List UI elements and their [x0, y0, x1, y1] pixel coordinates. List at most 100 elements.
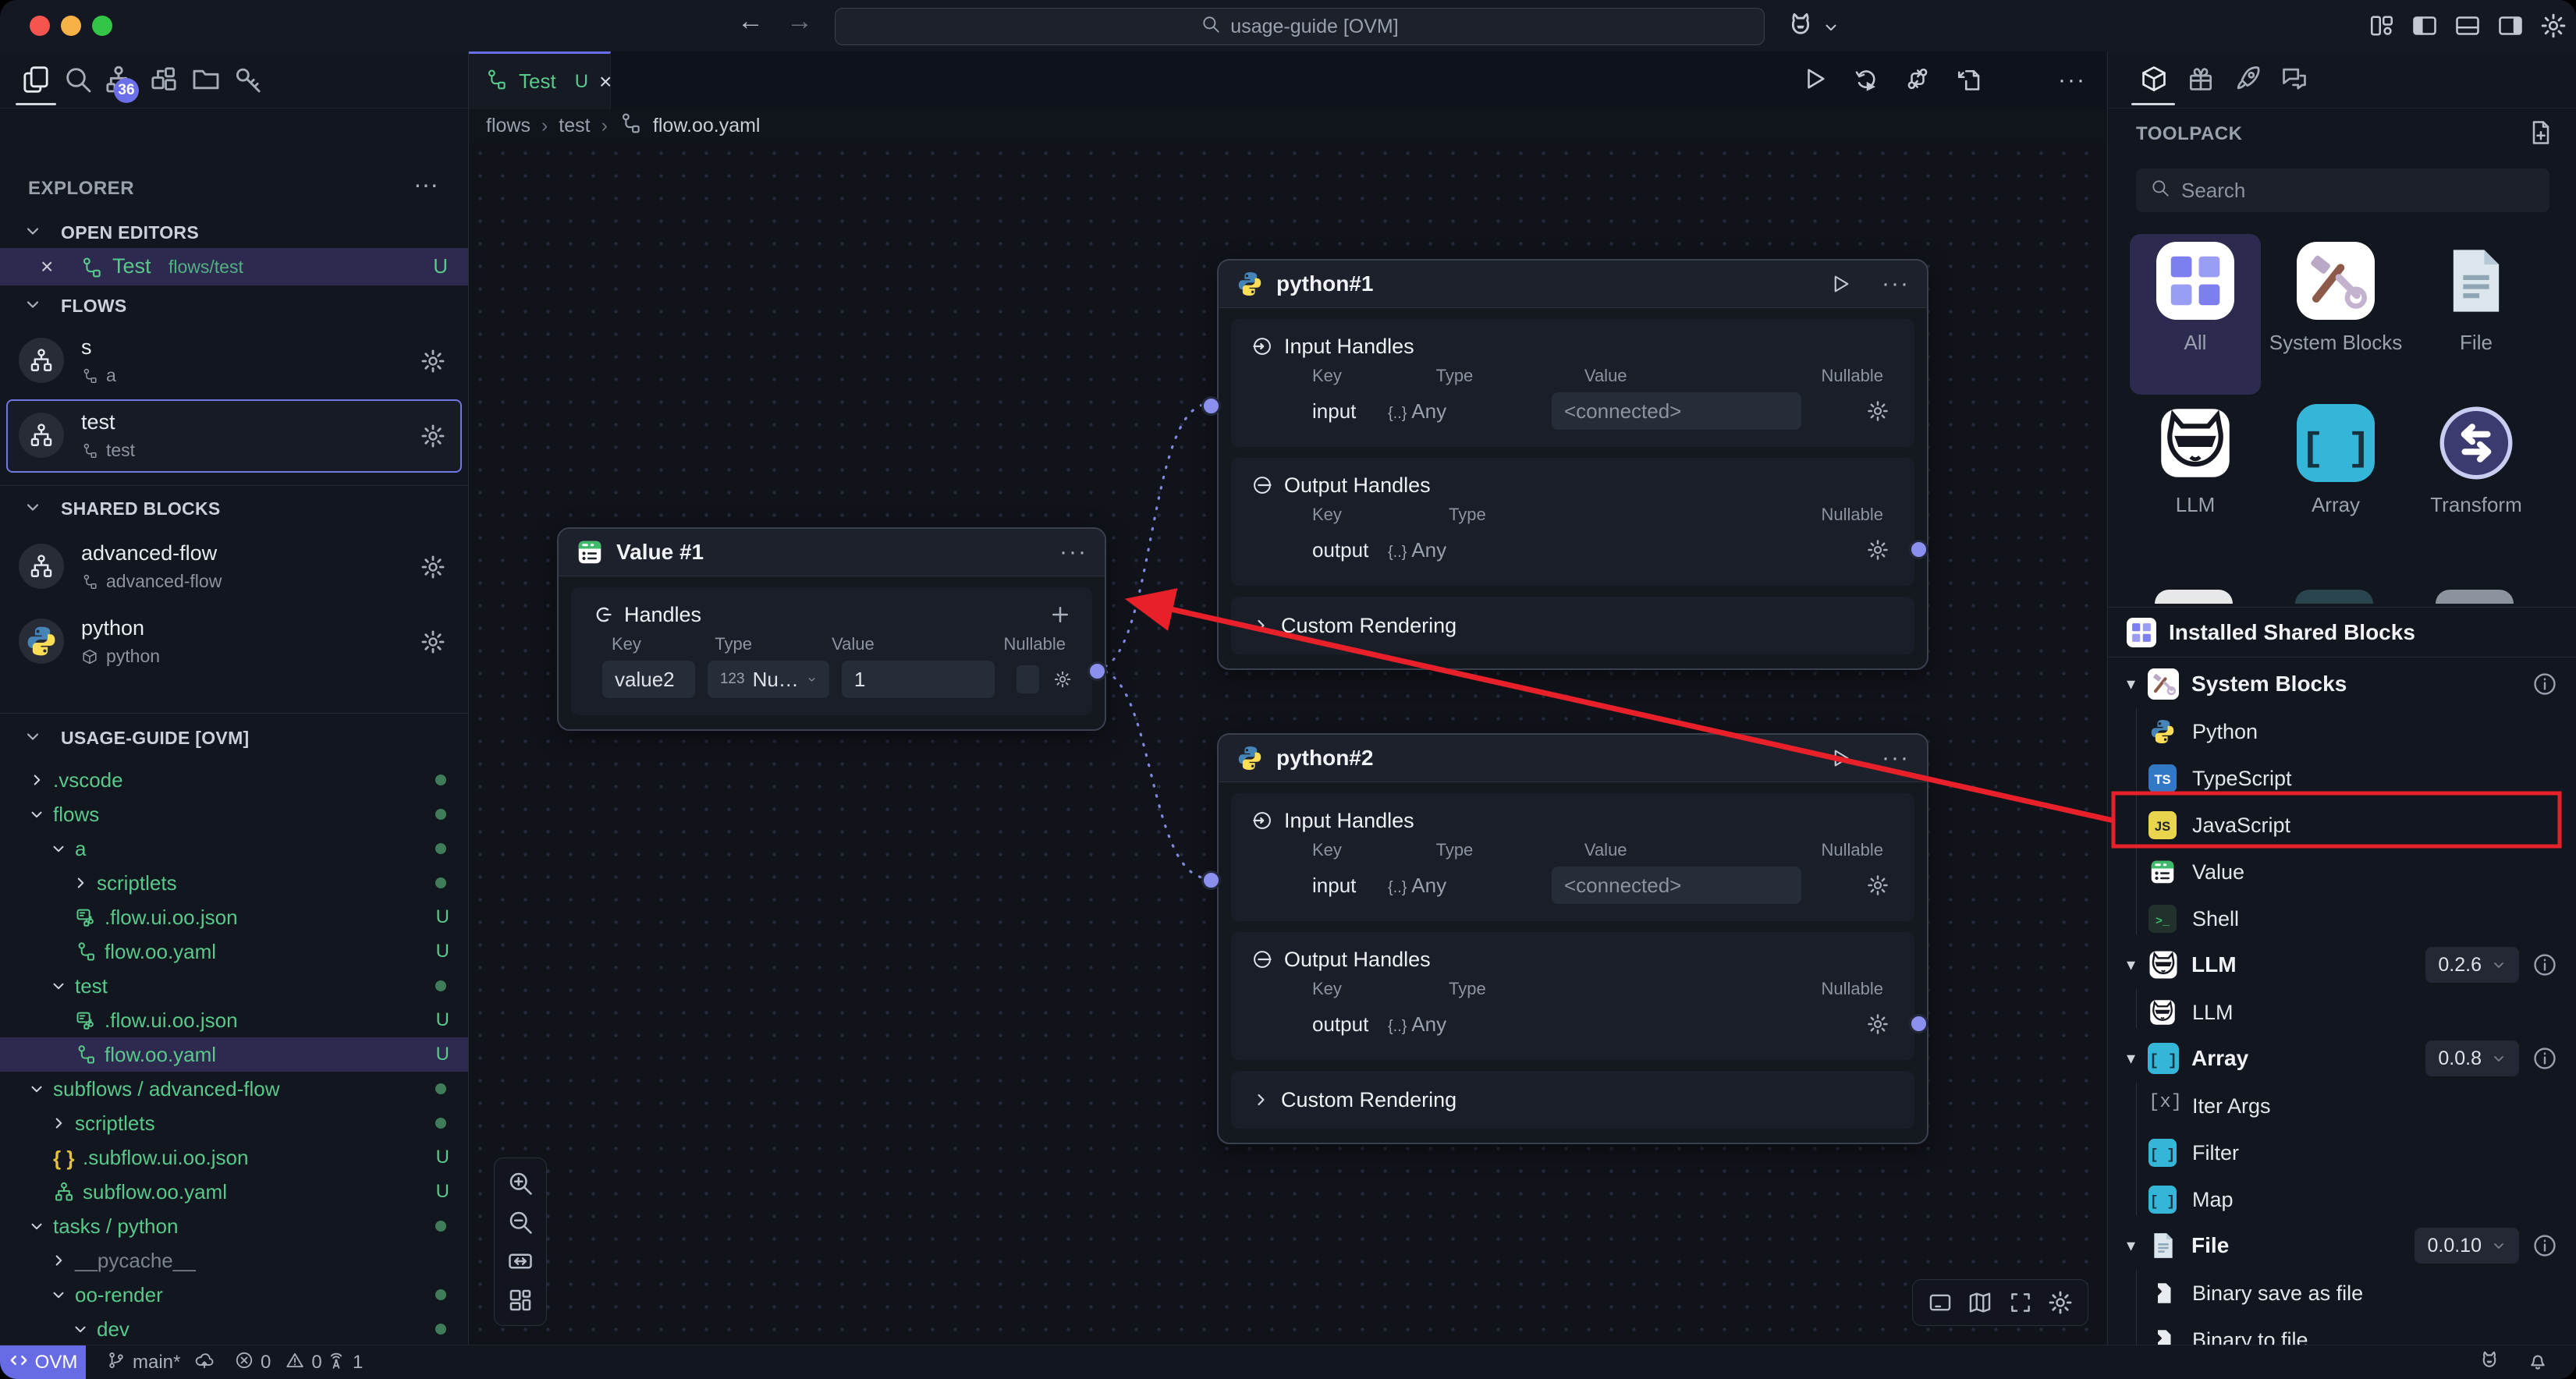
tree-item-.flow.ui.oo.json[interactable]: .flow.ui.oo.jsonU	[0, 900, 468, 934]
category-system-blocks[interactable]: System Blocks	[2266, 242, 2406, 356]
minimap-icon[interactable]	[1967, 1289, 1993, 1316]
input-port[interactable]	[1201, 870, 1221, 890]
sync-icon[interactable]	[1904, 65, 1932, 97]
nullable-checkbox[interactable]	[1017, 665, 1039, 693]
category-transform[interactable]: Transform	[2406, 404, 2546, 518]
panel-tab-package-icon[interactable]	[2139, 64, 2169, 97]
key-input[interactable]: value2	[602, 661, 695, 698]
chevron-down-icon[interactable]: ▾	[2127, 674, 2135, 694]
flow-canvas[interactable]: Value #1···HandlesKeyTypeValueNullableva…	[469, 142, 2106, 1345]
console-icon[interactable]	[1927, 1289, 1953, 1316]
node-more-icon[interactable]: ···	[1882, 745, 1910, 771]
tab-test[interactable]: Test U ×	[469, 51, 611, 109]
category-all[interactable]: All	[2125, 242, 2266, 356]
info-icon[interactable]	[2532, 1232, 2558, 1259]
workspace-header[interactable]: USAGE-GUIDE [OVM]	[23, 727, 250, 750]
gear-icon[interactable]	[420, 348, 446, 378]
block-item-iter-args[interactable]: [x]Iter Args	[2108, 1083, 2576, 1129]
activity-blocks-icon[interactable]	[148, 64, 179, 99]
version-select[interactable]: 0.2.6	[2425, 947, 2519, 983]
flow-item-s[interactable]: sa	[8, 326, 460, 396]
ports-status[interactable]: 1	[326, 1345, 363, 1379]
section-file[interactable]: ▾File0.0.10	[2108, 1223, 2576, 1268]
close-icon[interactable]: ×	[41, 254, 53, 279]
toggle-sidebar-icon[interactable]	[2411, 12, 2439, 44]
toggle-secondary-sidebar-icon[interactable]	[2496, 12, 2525, 44]
tree-item-subflow.oo.yaml[interactable]: subflow.oo.yamlU	[0, 1175, 468, 1209]
toolpack-search-input[interactable]: Search	[2136, 168, 2549, 212]
category-llm[interactable]: LLM	[2125, 404, 2266, 518]
block-item-map[interactable]: [ ]Map	[2108, 1176, 2576, 1223]
shared-block-item-advanced-flow[interactable]: advanced-flowadvanced-flow	[8, 532, 460, 602]
activity-key-icon[interactable]	[232, 64, 264, 99]
tree-item-test[interactable]: test	[0, 969, 468, 1003]
block-item-javascript[interactable]: JSJavaScript	[2108, 802, 2576, 849]
node-more-icon[interactable]: ···	[1059, 539, 1088, 565]
run-node-icon[interactable]	[1829, 272, 1852, 296]
section-system-blocks[interactable]: ▾System Blocks	[2108, 661, 2576, 707]
customize-layout-icon[interactable]	[2368, 12, 2396, 44]
category-array[interactable]: [ ]Array	[2266, 404, 2406, 518]
tree-item--pycache-[interactable]: __pycache__	[0, 1243, 468, 1278]
node-python-2[interactable]: python#2···Input HandlesKeyTypeValueNull…	[1217, 733, 1928, 1144]
command-center-search[interactable]: usage-guide [OVM]	[835, 8, 1765, 45]
output-port[interactable]	[1909, 540, 1928, 559]
close-window-button[interactable]	[30, 16, 50, 36]
category-file[interactable]: File	[2406, 242, 2546, 356]
block-item-python[interactable]: Python	[2108, 708, 2576, 755]
zoom-in-icon[interactable]	[506, 1169, 534, 1197]
tree-item-scriptlets[interactable]: scriptlets	[0, 1106, 468, 1140]
version-select[interactable]: 0.0.8	[2425, 1040, 2519, 1076]
tree-item-subflows-advanced-flow[interactable]: subflows / advanced-flow	[0, 1072, 468, 1106]
panel-tab-rocket-icon[interactable]	[2233, 64, 2262, 97]
minimize-window-button[interactable]	[61, 16, 81, 36]
more-icon[interactable]: ···	[2058, 67, 2086, 94]
value-input[interactable]: <connected>	[1552, 867, 1801, 904]
block-item-llm[interactable]: LLM	[2108, 989, 2576, 1036]
node-value-1[interactable]: Value #1···HandlesKeyTypeValueNullableva…	[557, 527, 1106, 731]
tree-item-dev[interactable]: dev	[0, 1312, 468, 1346]
tree-item-oo-render[interactable]: oo-render	[0, 1278, 468, 1312]
info-icon[interactable]	[2532, 1045, 2558, 1072]
section-llm[interactable]: ▾LLM0.2.6	[2108, 942, 2576, 987]
info-icon[interactable]	[2532, 952, 2558, 978]
handle-gear-icon[interactable]	[1053, 668, 1072, 691]
zoom-out-icon[interactable]	[506, 1208, 534, 1236]
settings-gear-icon[interactable]	[2047, 1289, 2074, 1316]
tree-item-scriptlets[interactable]: scriptlets	[0, 866, 468, 900]
version-select[interactable]: 0.0.10	[2415, 1228, 2519, 1264]
mascot-status[interactable]	[2478, 1345, 2501, 1379]
new-toolpack-icon[interactable]	[2527, 119, 2555, 151]
cloud-upload-icon[interactable]	[194, 1350, 215, 1376]
explorer-more-icon[interactable]: ···	[413, 170, 438, 199]
breadcrumb[interactable]: flows› test› flow.oo.yaml	[469, 109, 2106, 142]
activity-folder-icon[interactable]	[190, 64, 222, 99]
section-array[interactable]: ▾[ ]Array0.0.8	[2108, 1036, 2576, 1081]
git-branch-status[interactable]: main*	[106, 1345, 215, 1379]
handle-gear-icon[interactable]	[1866, 874, 1889, 897]
input-port[interactable]	[1201, 396, 1221, 416]
gear-icon[interactable]	[420, 423, 446, 453]
tree-item-.vscode[interactable]: .vscode	[0, 763, 468, 797]
shared-blocks-header[interactable]: SHARED BLOCKS	[23, 498, 221, 520]
output-port[interactable]	[1909, 1014, 1928, 1033]
tree-item-flow.oo.yaml[interactable]: flow.oo.yamlU	[0, 1037, 468, 1072]
run-node-icon[interactable]	[1829, 746, 1852, 770]
value-input[interactable]: <connected>	[1552, 392, 1801, 430]
node-python-1[interactable]: python#1···Input HandlesKeyTypeValueNull…	[1217, 259, 1928, 670]
block-item-binary-save-as-file[interactable]: Binary save as file	[2108, 1270, 2576, 1317]
gear-icon[interactable]	[420, 629, 446, 659]
info-icon[interactable]	[2532, 671, 2558, 697]
toggle-panel-icon[interactable]	[2454, 12, 2482, 44]
flow-item-test[interactable]: testtest	[8, 401, 460, 471]
rerun-icon[interactable]	[1852, 65, 1880, 97]
problems-status[interactable]: 0 0	[234, 1345, 322, 1379]
remote-indicator[interactable]: OVM	[0, 1345, 86, 1379]
close-tab-icon[interactable]: ×	[599, 69, 612, 94]
block-item-filter[interactable]: [ ]Filter	[2108, 1129, 2576, 1176]
run-icon[interactable]	[1801, 65, 1829, 97]
gear-icon[interactable]	[420, 554, 446, 584]
open-editor-item[interactable]: × Test flows/test U	[0, 248, 468, 285]
activity-files-icon[interactable]	[20, 64, 51, 99]
export-icon[interactable]	[1955, 65, 1983, 97]
